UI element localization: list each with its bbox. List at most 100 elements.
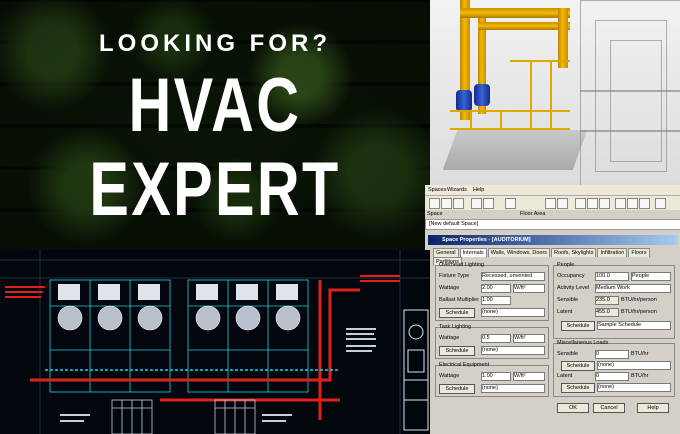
rail-post — [530, 60, 532, 130]
toolbar-button[interactable] — [599, 198, 610, 209]
toolbar-button[interactable] — [655, 198, 666, 209]
task-wattage-input[interactable]: 0.5 — [481, 334, 511, 343]
toolbar-button[interactable] — [545, 198, 556, 209]
cad-condenser-blocks — [58, 284, 298, 300]
ok-button[interactable]: OK — [557, 403, 589, 413]
people-latent-label: Latent — [557, 309, 573, 315]
platform-rail — [510, 60, 570, 62]
toolbar — [425, 196, 680, 210]
toolbar-button[interactable] — [615, 198, 626, 209]
task-schedule-button[interactable]: Schedule — [439, 346, 475, 356]
yellow-pipe-horizontal — [460, 8, 570, 18]
equipment-schedule-button[interactable]: Schedule — [439, 384, 475, 394]
occupancy-input[interactable]: 100.0 — [595, 272, 629, 281]
misc-sensible-label: Sensible — [557, 351, 579, 357]
misc-schedule2-button[interactable]: Schedule — [561, 383, 595, 393]
menu-wizards[interactable]: Wizards — [447, 187, 467, 193]
toolbar-button[interactable] — [627, 198, 638, 209]
toolbar-button[interactable] — [483, 198, 494, 209]
overhead-wattage-label: Wattage — [439, 285, 460, 291]
fixture-type-label: Fixture Type — [439, 273, 470, 279]
equipment-schedule-select[interactable]: (none) — [481, 384, 545, 393]
tab-general[interactable]: General — [433, 248, 459, 257]
yellow-pipe-vertical — [558, 8, 568, 68]
misc-schedule-select[interactable]: (none) — [597, 361, 671, 370]
fixture-type-select[interactable]: Recessed, unvented — [481, 272, 545, 281]
toolbar-button[interactable] — [505, 198, 516, 209]
dialog-tabs: General Internals Walls, Windows, Doors Roo… — [433, 248, 680, 266]
people-sensible-value: 235.0 — [595, 296, 619, 305]
task-lighting-title: Task Lighting — [439, 324, 472, 330]
dialog-title-bar: Space Properties - [AUDITORIUM] — [428, 235, 678, 245]
wireframe-building — [610, 40, 662, 162]
blue-valve — [456, 90, 472, 112]
toolbar-button[interactable] — [429, 198, 440, 209]
menu-help[interactable]: Help — [473, 187, 484, 193]
cad-fan-units — [57, 305, 301, 331]
space-column-label: Space — [427, 211, 443, 217]
misc-latent-unit: BTU/hr — [631, 373, 649, 379]
overhead-wattage-unit-select[interactable]: W/ft² — [513, 284, 545, 293]
space-list-row[interactable]: [New default Space] — [425, 219, 680, 230]
toolbar-button[interactable] — [441, 198, 452, 209]
toolbar-button[interactable] — [575, 198, 586, 209]
misc-sensible-unit: BTU/hr — [631, 351, 649, 357]
misc-schedule2-select[interactable]: (none) — [597, 383, 671, 392]
tab-infiltration[interactable]: Infiltration — [597, 248, 628, 257]
tab-roofs[interactable]: Roofs, Skylights — [551, 248, 597, 257]
blue-valve — [474, 84, 490, 106]
ballast-multiplier-input[interactable]: 1.00 — [481, 296, 511, 305]
tab-internals[interactable]: Internals — [459, 248, 487, 257]
people-sensible-unit: BTU/hr/person — [621, 297, 657, 303]
equipment-wattage-input[interactable]: 1.00 — [481, 372, 511, 381]
toolbar-button[interactable] — [557, 198, 568, 209]
electrical-equipment-title: Electrical Equipment — [439, 362, 490, 368]
cad-title-block — [403, 309, 429, 431]
hero-moss-panel: LOOKING FOR? HVAC EXPERT — [0, 0, 430, 250]
people-schedule-select[interactable]: Sample Schedule — [597, 321, 671, 330]
platform-rail — [450, 110, 570, 112]
people-title: People — [557, 262, 575, 268]
overhead-schedule-button[interactable]: Schedule — [439, 308, 475, 318]
equipment-wattage-label: Wattage — [439, 373, 460, 379]
menu-spaces[interactable]: Spaces — [428, 187, 446, 193]
piping-3d-render — [430, 0, 680, 185]
people-latent-value: 455.0 — [595, 308, 619, 317]
toolbar-button[interactable] — [587, 198, 598, 209]
help-button[interactable]: Help — [637, 403, 669, 413]
cad-chiller-frames — [111, 399, 256, 434]
overhead-wattage-input[interactable]: 2.00 — [481, 284, 511, 293]
activity-level-select[interactable]: Medium Work — [595, 284, 671, 293]
task-wattage-unit-select[interactable]: W/ft² — [513, 334, 545, 343]
overhead-lighting-title: Overhead Lighting — [439, 262, 484, 268]
misc-latent-label: Latent — [557, 373, 573, 379]
floor-area-column-label: Floor Area — [520, 211, 546, 217]
hero-title-line2: EXPERT — [89, 147, 341, 232]
cad-hvac-drawing — [0, 250, 430, 434]
ballast-multiplier-label: Ballast Multiplier — [439, 297, 480, 303]
people-schedule-button[interactable]: Schedule — [561, 321, 595, 331]
wireframe-building — [580, 130, 680, 132]
hero-tagline: LOOKING FOR? — [99, 30, 331, 57]
misc-latent-input[interactable]: 0 — [595, 372, 629, 381]
people-latent-unit: BTU/hr/person — [621, 309, 657, 315]
toolbar-button[interactable] — [471, 198, 482, 209]
misc-sensible-input[interactable]: 0 — [595, 350, 629, 359]
misc-schedule-button[interactable]: Schedule — [561, 361, 595, 371]
toolbar-button[interactable] — [639, 198, 650, 209]
dialog-title: Space Properties - [AUDITORIUM] — [442, 237, 531, 243]
space-row-value: [New default Space] — [429, 221, 479, 227]
cancel-button[interactable]: Cancel — [593, 403, 625, 413]
tab-floors[interactable]: Floors — [628, 248, 650, 257]
tab-walls[interactable]: Walls, Windows, Doors — [487, 248, 551, 257]
cad-drawing-canvas — [0, 250, 430, 434]
equipment-wattage-unit-select[interactable]: W/ft² — [513, 372, 545, 381]
activity-level-label: Activity Level — [557, 285, 590, 291]
menu-bar: Spaces Wizards Help — [425, 185, 680, 196]
task-schedule-select[interactable]: (none) — [481, 346, 545, 355]
toolbar-button[interactable] — [453, 198, 464, 209]
occupancy-unit-select[interactable]: People — [631, 272, 671, 281]
cad-equipment-outlines — [49, 279, 309, 393]
platform-floor — [442, 130, 588, 170]
overhead-schedule-select[interactable]: (none) — [481, 308, 545, 317]
